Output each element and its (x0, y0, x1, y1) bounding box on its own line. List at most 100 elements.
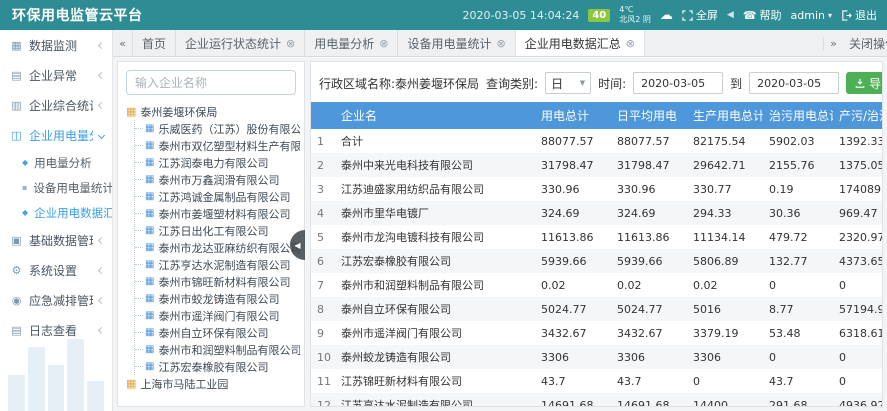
table-cell: 3306 (535, 345, 611, 369)
tree-node[interactable]: ▦泰州市姜堰塑材料有限公司 (135, 205, 300, 222)
help-button[interactable]: ☎ 帮助 (743, 7, 782, 23)
collapse-arrow-icon[interactable]: ◀ (727, 10, 734, 20)
tab-close-icon[interactable]: ⊗ (497, 37, 506, 50)
table-cell: 324.69 (611, 201, 687, 225)
company-name-cell: 合计 (335, 129, 535, 153)
tree-node[interactable]: ▦泰州市和润塑料制品有限公司 (135, 341, 300, 358)
tree-node[interactable]: ▦上海市马陆工业园 (126, 375, 300, 392)
tree-node[interactable]: ▦泰州市龙达亚麻纺织有限公司 (135, 239, 300, 256)
chevron-icon (98, 131, 105, 138)
table-row[interactable]: 11江苏锦旺新材料有限公司43.743.7043.70 (311, 369, 883, 393)
close-operations-button[interactable]: 关闭操作 (843, 35, 887, 52)
date-from-input[interactable] (633, 72, 723, 94)
tree-node[interactable]: ▦泰州自立环保有限公司 (135, 324, 300, 341)
tab[interactable]: 企业运行状态统计 ⊗ (176, 30, 305, 56)
table-cell: 0.19 (763, 177, 833, 201)
company-icon: ▦ (145, 361, 154, 372)
tree-node[interactable]: ▦江苏亨达水泥制造有限公司 (135, 256, 300, 273)
tab[interactable]: 设备用电量统计⊗ (398, 30, 515, 56)
tab[interactable]: 用电量分析⊗ (305, 30, 398, 56)
tree-node[interactable]: ▦泰州姜堰环保局 (126, 103, 300, 120)
sidebar-item-label: 应急减排管理 (29, 292, 93, 309)
sidebar-menu: ▦数据监测▤企业异常▥企业综合统计◫企业用电量分析◆用电量分析▪设备用电量统计◆… (0, 30, 112, 345)
tree-node[interactable]: ▦江苏鸿诚金属制品有限公司 (135, 188, 300, 205)
weather-wind: 北风2 阴 (619, 15, 651, 25)
tree-node-label: 乐威医药（江苏）股份有限公司 (158, 121, 300, 137)
table-row[interactable]: 2泰州中来光电科技有限公司31798.4731798.4729642.71215… (311, 153, 883, 177)
tree-node[interactable]: ▦乐威医药（江苏）股份有限公司 (135, 120, 300, 137)
scroll-tabs-right-icon[interactable]: » (823, 37, 843, 50)
tree-node[interactable]: ▦泰州市双亿塑型材料生产有限公司 (135, 137, 300, 154)
table-row[interactable]: 10泰州蛟龙铸造有限公司33063306330600 (311, 345, 883, 369)
organization-icon: ▦ (126, 377, 136, 390)
table-row[interactable]: 6江苏宏泰橡胶有限公司5939.665939.665806.89132.7743… (311, 249, 883, 273)
table-cell: 30.36 (763, 201, 833, 225)
sidebar-item[interactable]: ▥企业综合统计 (0, 90, 112, 120)
sidebar-item[interactable]: ◫企业用电量分析 (0, 120, 112, 150)
date-to-input[interactable] (749, 72, 839, 94)
table-cell: 330.96 (611, 177, 687, 201)
chevron-icon (98, 326, 105, 333)
tree-node[interactable]: ▦泰州市遥洋阀门有限公司 (135, 307, 300, 324)
sidebar-item[interactable]: ◉应急减排管理 (0, 285, 112, 315)
sidebar-item[interactable]: ▤日志查看 (0, 315, 112, 345)
table-header-cell: 日平均用电 (611, 102, 687, 129)
sidebar-subitem[interactable]: ◆用电量分析 (0, 150, 112, 175)
sidebar-subitem[interactable]: ◆企业用电数据汇总 (0, 200, 112, 225)
table-row[interactable]: 7泰州市和润塑料制品有限公司0.020.020.0200 (311, 273, 883, 297)
table-cell: 5024.77 (611, 297, 687, 321)
tree-node-label: 泰州市和润塑料制品有限公司 (158, 342, 300, 358)
tree-node[interactable]: ▦泰州市锦旺新材料有限公司 (135, 273, 300, 290)
table-cell: 2320.97 (833, 225, 883, 249)
tab-close-icon[interactable]: ⊗ (286, 37, 295, 50)
table-row[interactable]: 5泰州市龙沟电镀科技有限公司11613.8611613.8611134.1447… (311, 225, 883, 249)
tree-node[interactable]: ▦江苏日出化工有限公司 (135, 222, 300, 239)
sidebar-item[interactable]: ⚙系统设置 (0, 255, 112, 285)
user-menu[interactable]: admin ▾ (791, 9, 832, 22)
table-row[interactable]: 1合计88077.5788077.5782175.545902.031392.3… (311, 129, 883, 153)
table-cell: 53.48 (763, 321, 833, 345)
sidebar-subitem[interactable]: ▪设备用电量统计 (0, 175, 112, 200)
table-row[interactable]: 12江苏亨达水泥制造有限公司14691.6814691.6814400291.6… (311, 393, 883, 407)
tab-close-icon[interactable]: ⊗ (626, 37, 635, 50)
table-row[interactable]: 3江苏迪盛家用纺织品有限公司330.96330.96330.770.191740… (311, 177, 883, 201)
table-cell: 88077.57 (611, 129, 687, 153)
tree-node[interactable]: ▦江苏润泰电力有限公司 (135, 154, 300, 171)
query-type-select[interactable]: 日 ▼ (545, 72, 591, 94)
table-cell: 3306 (687, 345, 763, 369)
sidebar-item[interactable]: ▦数据监测 (0, 30, 112, 60)
tree-node[interactable]: ▦泰州市蛟龙铸造有限公司 (135, 290, 300, 307)
logout-button[interactable]: 退出 (841, 7, 877, 23)
table-row[interactable]: 4泰州市里华电镀厂324.69324.69294.3330.36969.47 (311, 201, 883, 225)
skyline-bar (48, 365, 65, 411)
tree-node-label: 泰州市蛟龙铸造有限公司 (158, 291, 279, 307)
download-icon (855, 78, 865, 88)
tab-label: 企业运行状态统计 (185, 35, 281, 52)
database-icon: ▣ (10, 234, 23, 247)
table-cell: 14691.68 (535, 393, 611, 407)
chevron-icon (98, 101, 105, 108)
tab-close-icon[interactable]: ⊗ (379, 37, 388, 50)
search-input[interactable] (126, 70, 296, 95)
app-window: 环保用电监管云平台 2020-03-05 14:04:24 40 4℃ 北风2 … (0, 0, 887, 411)
tab[interactable]: 首页 (133, 30, 176, 56)
table-cell: 294.33 (687, 201, 763, 225)
tree-node[interactable]: ▦泰州市万鑫润滑有限公司 (135, 171, 300, 188)
table-header-cell: 治污用电总计 (763, 102, 833, 129)
export-button[interactable]: 导出 (846, 72, 883, 94)
sidebar-item[interactable]: ▣基础数据管理 (0, 225, 112, 255)
sidebar-item-label: 企业异常 (29, 67, 77, 84)
table-cell: 5939.66 (535, 249, 611, 273)
scroll-tabs-left-icon[interactable]: « (113, 30, 133, 56)
tab[interactable]: 企业用电数据汇总⊗ (516, 30, 645, 56)
log-icon: ▤ (10, 324, 23, 337)
table-cell: 0 (833, 273, 883, 297)
table-cell: 174089.47 (833, 177, 883, 201)
table-cell: 5902.03 (763, 129, 833, 153)
table-row[interactable]: 9泰州市遥洋阀门有限公司3432.673432.673379.1953.4863… (311, 321, 883, 345)
tree-node[interactable]: ▦江苏宏泰橡胶有限公司 (135, 358, 300, 375)
company-name-cell: 泰州市和润塑料制品有限公司 (335, 273, 535, 297)
table-row[interactable]: 8泰州自立环保有限公司5024.775024.7750168.7757194.9… (311, 297, 883, 321)
fullscreen-button[interactable]: 全屏 (682, 7, 718, 23)
sidebar-item[interactable]: ▤企业异常 (0, 60, 112, 90)
